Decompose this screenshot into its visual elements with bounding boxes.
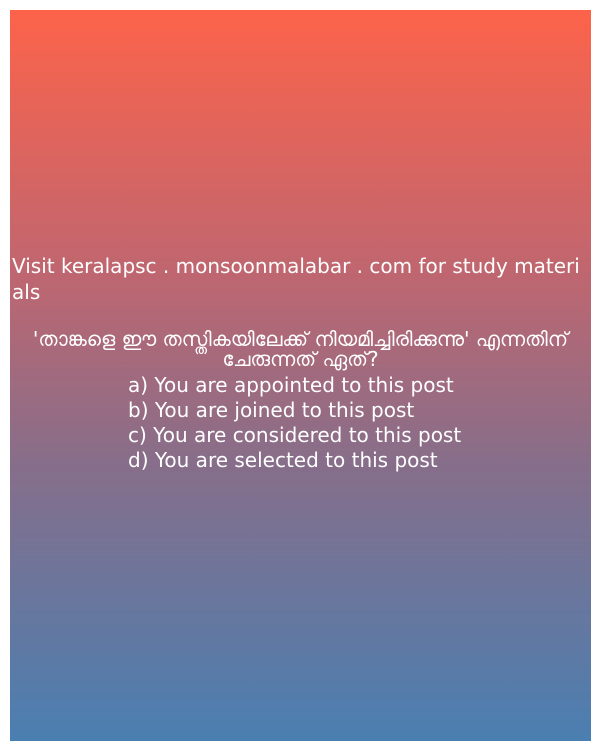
promo-text: Visit keralapsc . monsoonmalabar . com f… xyxy=(12,254,580,304)
option-b: b) You are joined to this post xyxy=(128,398,415,422)
question-block: 'താങ്കളെ ഈ തസ്തികയിലേക്ക് നിയമിച്ചിരിക്ക… xyxy=(10,329,591,473)
question-card: Visit keralapsc . monsoonmalabar . com f… xyxy=(10,10,591,741)
options-list: a) You are appointed to this post b) You… xyxy=(128,373,591,473)
option-c: c) You are considered to this post xyxy=(128,423,462,447)
question-text: 'താങ്കളെ ഈ തസ്തികയിലേക്ക് നിയമിച്ചിരിക്ക… xyxy=(32,327,569,371)
option-a: a) You are appointed to this post xyxy=(128,373,454,397)
option-d: d) You are selected to this post xyxy=(128,448,438,472)
